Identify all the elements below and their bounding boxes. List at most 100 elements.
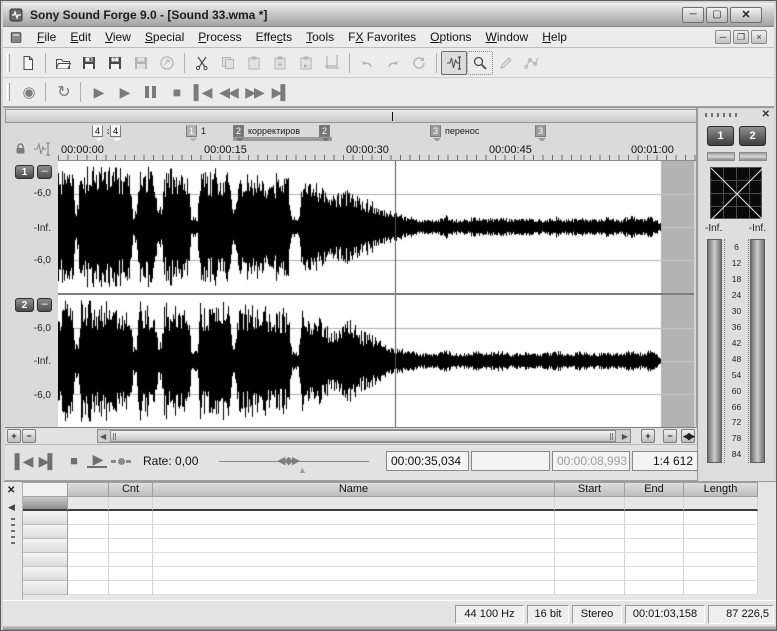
meter-channel-2-button[interactable]: 2 [739, 126, 766, 146]
go-to-end-icon[interactable]: ▶▌ [267, 81, 293, 103]
save-icon[interactable] [76, 51, 102, 75]
cut-icon[interactable] [189, 51, 215, 75]
open-folder-icon[interactable] [50, 51, 76, 75]
regions-close-icon[interactable]: ✕ [7, 485, 15, 496]
menu-tools[interactable]: Tools [299, 28, 341, 46]
save-as-icon[interactable]: ? [102, 51, 128, 75]
regions-grip-icon[interactable] [11, 518, 15, 548]
trim-icon[interactable] [319, 51, 345, 75]
title-bar[interactable]: Sony Sound Forge 9.0 - [Sound 33.wma *] … [3, 3, 774, 27]
channel-2-minimize-button[interactable]: – [37, 298, 52, 312]
menu-effects[interactable]: Effects [249, 28, 299, 46]
undo-icon[interactable] [354, 51, 380, 75]
regions-collapse-icon[interactable]: ◀ [8, 502, 15, 513]
toolbar-grip[interactable] [7, 54, 10, 72]
play-all-icon[interactable]: ▶ [85, 81, 111, 103]
time-ruler[interactable]: 00:00:0000:00:1500:00:3000:00:4500:01:00 [58, 141, 696, 161]
mdi-restore-button[interactable]: ❐ [733, 30, 749, 44]
column-header-Start[interactable]: Start [555, 482, 625, 497]
cursor-position-box[interactable]: 00:00:35,034 [386, 451, 469, 471]
menu-special[interactable]: Special [138, 28, 191, 46]
panel-header[interactable]: ✕ [699, 109, 774, 122]
time-zoom-in-button[interactable]: + [641, 429, 655, 443]
scrollbar-thumb[interactable] [110, 430, 616, 442]
table-row[interactable] [23, 581, 776, 595]
menu-help[interactable]: Help [535, 28, 574, 46]
magnify-tool-icon[interactable] [467, 51, 493, 75]
go-to-end-button[interactable]: ▶▌ [37, 452, 57, 470]
stop-button[interactable]: ■ [63, 452, 83, 470]
play-icon[interactable]: ▶ [111, 81, 137, 103]
column-header-Name[interactable]: Name [153, 482, 555, 497]
column-header-blank[interactable] [23, 482, 68, 497]
toolbar-grip[interactable] [7, 83, 10, 101]
column-header-End[interactable]: End [625, 482, 684, 497]
zoom-ratio-box[interactable]: 1:4 612 [632, 451, 698, 471]
stop-icon[interactable]: ■ [163, 81, 189, 103]
column-header-Length[interactable]: Length [684, 482, 758, 497]
envelope-tool-icon[interactable] [519, 51, 545, 75]
scrub-control[interactable] [111, 458, 131, 465]
table-row[interactable] [23, 497, 776, 511]
paste-to-new-icon[interactable] [293, 51, 319, 75]
table-row[interactable] [23, 539, 776, 553]
region-2-start-tag[interactable]: 2 [233, 125, 244, 137]
maximize-button[interactable]: ▢ [706, 7, 728, 23]
column-header-blank[interactable] [68, 482, 109, 497]
menu-view[interactable]: View [98, 28, 138, 46]
edit-tool-icon[interactable] [441, 51, 467, 75]
menu-fx-favorites[interactable]: FX Favorites [341, 28, 423, 46]
menu-window[interactable]: Window [479, 28, 536, 46]
minimize-button[interactable]: ─ [682, 7, 704, 23]
save-all-icon[interactable] [128, 51, 154, 75]
rate-slider-handle[interactable]: ◀◆▶ [277, 454, 299, 467]
overview-bar[interactable] [5, 109, 697, 123]
vertical-zoom-out-button[interactable]: − [22, 429, 36, 443]
menu-options[interactable]: Options [423, 28, 478, 46]
rewind-icon[interactable]: ◀◀ [215, 81, 241, 103]
table-row[interactable] [23, 553, 776, 567]
channel-2-tab[interactable]: 2 [15, 298, 34, 312]
selection-start-box[interactable] [471, 451, 550, 471]
region-2-end-tag[interactable]: 2 [319, 125, 330, 137]
marker-bar[interactable]: 4эс4112корректиров23перенос3 [58, 124, 696, 141]
close-button[interactable]: ✕ [730, 7, 762, 23]
overview-cursor[interactable] [392, 112, 393, 121]
go-to-start-icon[interactable]: ▌◀ [189, 81, 215, 103]
paste-special-icon[interactable] [267, 51, 293, 75]
repeat-icon[interactable] [406, 51, 432, 75]
new-file-icon[interactable] [15, 51, 41, 75]
panel-close-icon[interactable]: ✕ [762, 109, 770, 120]
marker-1-start-tag[interactable]: 1 [186, 125, 197, 137]
panel-splitter[interactable] [696, 108, 698, 481]
paste-icon[interactable] [241, 51, 267, 75]
table-row[interactable] [23, 511, 776, 525]
menu-process[interactable]: Process [191, 28, 248, 46]
scroll-right-icon[interactable]: ▶ [622, 432, 628, 441]
mdi-close-button[interactable]: × [751, 30, 767, 44]
region-3-start-tag[interactable]: 3 [430, 125, 441, 137]
time-zoom-out-button[interactable]: − [663, 429, 677, 443]
publish-icon[interactable] [154, 51, 180, 75]
loop-playback-icon[interactable]: ↻ [50, 81, 76, 103]
pause-icon[interactable] [137, 81, 163, 103]
vertical-zoom-in-button[interactable]: + [7, 429, 21, 443]
play-button[interactable]: ▶ [87, 452, 107, 468]
channel-1-minimize-button[interactable]: – [37, 165, 52, 179]
region-4-end-tag[interactable]: 4 [110, 125, 121, 137]
meter-channel-1-button[interactable]: 1 [707, 126, 734, 146]
column-header-Cnt[interactable]: Cnt [109, 482, 153, 497]
channel-1-tab[interactable]: 1 [15, 165, 34, 179]
scroll-left-icon[interactable]: ◀ [100, 432, 106, 441]
selection-length-box[interactable]: 00:00:08,993 [552, 451, 630, 471]
copy-icon[interactable] [215, 51, 241, 75]
mdi-minimize-button[interactable]: ─ [715, 30, 731, 44]
panel-grip-icon[interactable] [705, 113, 741, 117]
region-4-start-tag[interactable]: 4 [92, 125, 103, 137]
forward-icon[interactable]: ▶▶ [241, 81, 267, 103]
go-to-start-button[interactable]: ▌◀ [13, 452, 33, 470]
table-row[interactable] [23, 525, 776, 539]
menu-file[interactable]: File [30, 28, 63, 46]
waveform-channel-1[interactable] [58, 161, 694, 293]
region-3-end-tag[interactable]: 3 [535, 125, 546, 137]
